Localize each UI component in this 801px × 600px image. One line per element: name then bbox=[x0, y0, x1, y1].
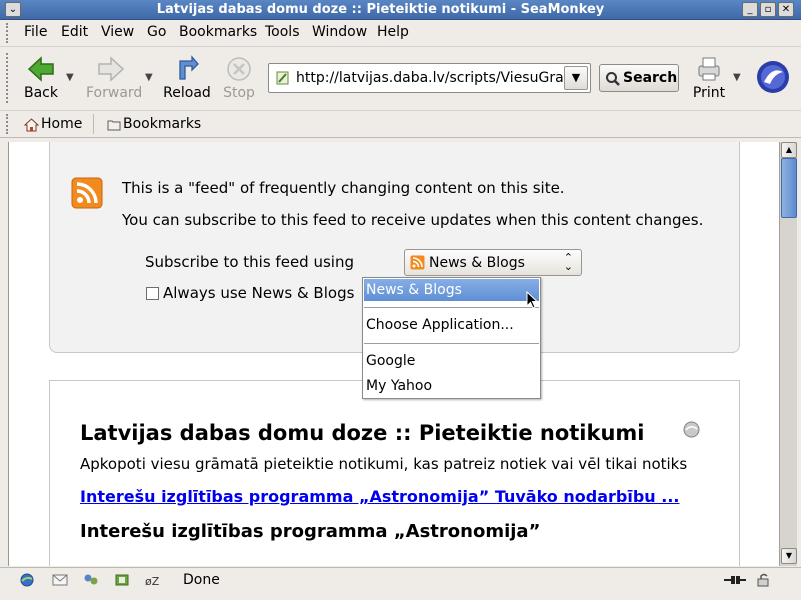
svg-text:øZ: øZ bbox=[145, 575, 160, 587]
url-text[interactable]: http://latvijas.daba.lv/scripts/ViesuGra… bbox=[296, 70, 564, 86]
window-title: Latvijas dabas domu doze :: Pieteiktie n… bbox=[156, 2, 605, 17]
menu-edit[interactable]: Edit bbox=[61, 24, 88, 40]
back-dropdown-icon[interactable]: ▼ bbox=[66, 72, 74, 83]
status-bar: øZ Done bbox=[0, 567, 801, 600]
always-use-checkbox[interactable] bbox=[146, 287, 159, 300]
rss-small-icon bbox=[410, 255, 425, 270]
scroll-thumb[interactable] bbox=[781, 158, 797, 218]
status-text: Done bbox=[183, 572, 220, 588]
vertical-scrollbar[interactable]: ▲ ▼ bbox=[779, 142, 797, 566]
option-google[interactable]: Google bbox=[364, 350, 539, 372]
feed-preview-box: Latvijas dabas domu doze :: Pieteiktie n… bbox=[49, 380, 740, 566]
menu-go[interactable]: Go bbox=[147, 24, 166, 40]
scroll-up-icon[interactable]: ▲ bbox=[781, 142, 797, 158]
navigator-icon[interactable] bbox=[19, 573, 35, 587]
navbar-grip[interactable] bbox=[6, 53, 13, 103]
option-news-blogs[interactable]: News & Blogs bbox=[364, 279, 539, 301]
site-favicon bbox=[683, 421, 700, 438]
page-title: Latvijas dabas domu doze :: Pieteiktie n… bbox=[80, 421, 645, 445]
forward-arrow-icon bbox=[98, 56, 125, 82]
entry-heading: Interešu izglītības programma „Astronomi… bbox=[80, 521, 541, 542]
feed-reader-select[interactable]: News & Blogs ⌃ ⌄ bbox=[404, 249, 582, 276]
close-icon[interactable]: ✕ bbox=[778, 2, 794, 17]
menu-file[interactable]: File bbox=[24, 24, 47, 40]
url-history-dropdown-icon[interactable]: ▼ bbox=[564, 66, 588, 90]
online-connection-icon[interactable] bbox=[723, 573, 747, 587]
folder-icon bbox=[107, 120, 121, 131]
maximize-icon[interactable]: ▫ bbox=[760, 2, 776, 17]
chat-icon[interactable] bbox=[83, 573, 99, 587]
mail-icon[interactable] bbox=[52, 573, 68, 587]
option-my-yahoo[interactable]: My Yahoo bbox=[364, 375, 539, 397]
composer-icon[interactable] bbox=[114, 573, 130, 587]
search-icon bbox=[606, 72, 620, 86]
print-label: Print bbox=[692, 85, 726, 101]
seamonkey-throbber-icon[interactable] bbox=[756, 60, 790, 94]
forward-label: Forward bbox=[86, 85, 143, 101]
always-use-label: Always use News & Blogs to subscribe to … bbox=[163, 284, 359, 302]
back-label: Back bbox=[24, 85, 58, 101]
home-icon bbox=[24, 118, 39, 132]
reload-button[interactable]: Reload bbox=[162, 55, 212, 101]
window-menu-icon[interactable]: ⌄ bbox=[5, 2, 21, 17]
search-label: Search bbox=[623, 70, 678, 86]
scroll-down-icon[interactable]: ▼ bbox=[781, 548, 797, 564]
page-description: Apkopoti viesu grāmatā pieteiktie notiku… bbox=[80, 455, 688, 473]
bookmarks-label: Bookmarks bbox=[123, 116, 202, 132]
print-dropdown-icon[interactable]: ▼ bbox=[733, 72, 741, 83]
stop-label: Stop bbox=[223, 85, 255, 101]
mouse-cursor-icon bbox=[526, 291, 538, 309]
personal-toolbar: Home Bookmarks bbox=[0, 110, 801, 138]
back-button[interactable]: Back bbox=[16, 55, 66, 101]
menu-separator bbox=[364, 307, 539, 308]
feed-intro-text: This is a "feed" of frequently changing … bbox=[122, 179, 565, 197]
print-button[interactable]: Print bbox=[684, 55, 734, 101]
title-bar: ⌄ Latvijas dabas domu doze :: Pieteiktie… bbox=[0, 0, 801, 20]
back-arrow-icon bbox=[27, 56, 54, 82]
search-button[interactable]: Search bbox=[599, 64, 679, 92]
option-choose-application[interactable]: Choose Application... bbox=[364, 314, 539, 336]
url-bar[interactable]: http://latvijas.daba.lv/scripts/ViesuGra… bbox=[268, 63, 591, 93]
menu-bar: File Edit View Go Bookmarks Tools Window… bbox=[0, 21, 801, 45]
menu-separator bbox=[364, 343, 539, 344]
navigation-toolbar: Back ▼ Forward ▼ Reload Stop http://latv… bbox=[0, 46, 801, 108]
forward-dropdown-icon[interactable]: ▼ bbox=[145, 72, 153, 83]
menubar-grip[interactable] bbox=[6, 23, 13, 43]
home-label: Home bbox=[41, 116, 83, 132]
select-arrows-icon: ⌃ ⌄ bbox=[563, 251, 573, 273]
reload-icon bbox=[179, 55, 199, 80]
menu-bookmarks[interactable]: Bookmarks bbox=[179, 24, 257, 40]
security-lock-icon[interactable] bbox=[756, 573, 772, 587]
rss-feed-icon bbox=[71, 177, 103, 209]
reload-label: Reload bbox=[163, 85, 211, 101]
toolbar-separator bbox=[93, 114, 94, 134]
stop-icon bbox=[227, 57, 251, 81]
subscribe-using-label: Subscribe to this feed using bbox=[145, 253, 354, 271]
minimize-icon[interactable]: _ bbox=[742, 2, 758, 17]
feed-reader-dropdown: News & Blogs Choose Application... Googl… bbox=[362, 277, 541, 399]
forward-button[interactable]: Forward bbox=[86, 55, 143, 101]
menu-window[interactable]: Window bbox=[312, 24, 367, 40]
feed-reader-selected: News & Blogs bbox=[429, 255, 525, 271]
stop-button[interactable]: Stop bbox=[214, 55, 264, 101]
address-book-icon[interactable]: øZ bbox=[144, 573, 160, 587]
menu-help[interactable]: Help bbox=[377, 24, 409, 40]
feed-subscribe-info: You can subscribe to this feed to receiv… bbox=[122, 211, 704, 229]
printer-icon bbox=[698, 57, 720, 81]
entry-link[interactable]: Interešu izglītības programma „Astronomi… bbox=[80, 487, 679, 506]
page-proxy-icon[interactable] bbox=[275, 70, 291, 86]
personal-toolbar-grip[interactable] bbox=[6, 114, 13, 134]
menu-view[interactable]: View bbox=[101, 24, 134, 40]
menu-tools[interactable]: Tools bbox=[265, 24, 300, 40]
